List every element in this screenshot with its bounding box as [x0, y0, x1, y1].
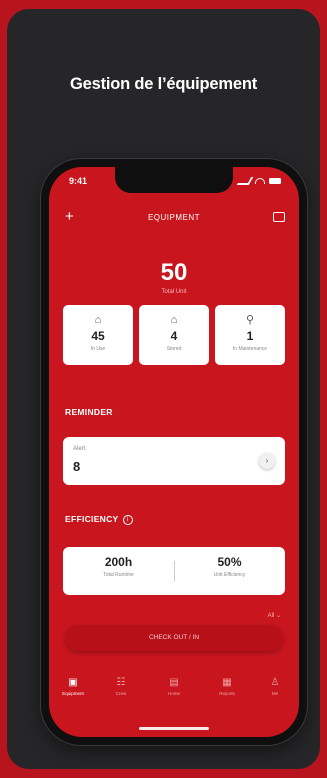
tab-home[interactable]: ▤ Home — [156, 677, 192, 696]
equipment-icon: ▣ — [68, 677, 78, 688]
home-icon: ⌂ — [94, 314, 102, 326]
home-icon: ⌂ — [170, 314, 178, 326]
people-icon: ☷ — [116, 677, 126, 688]
wrench-icon: ⚲ — [245, 314, 255, 326]
calendar-icon: ▤ — [169, 677, 179, 688]
stat-card-maintenance[interactable]: ⚲ 1 In Maintenance — [215, 305, 285, 365]
stat-card-in-use[interactable]: ⌂ 45 In Use — [63, 305, 133, 365]
promo-card: Gestion de l’équipement 9:41 + EQUIPMENT… — [7, 9, 320, 769]
battery-icon — [269, 178, 281, 184]
screen-title: EQUIPMENT — [147, 213, 201, 222]
status-time: 9:41 — [69, 176, 88, 186]
efficiency-heading: EFFICIENCY i — [65, 514, 133, 525]
chevron-down-icon: ⌄ — [275, 613, 281, 619]
runtime-label: Total Runtime — [103, 572, 134, 578]
efficiency-label: Unit Efficiency — [213, 572, 246, 578]
person-icon: ♙ — [270, 677, 280, 688]
tab-me[interactable]: ♙ Me — [257, 677, 293, 696]
stat-label: In Use — [90, 346, 106, 352]
filter-label: All — [267, 613, 275, 619]
efficiency-value: 50% — [217, 555, 242, 569]
tab-label: Me — [271, 691, 279, 696]
page-heading: Gestion de l’équipement — [69, 75, 257, 93]
alert-value: 8 — [73, 459, 81, 474]
tab-label: Reports — [219, 691, 235, 696]
top-bar: + EQUIPMENT — [49, 207, 299, 231]
runtime-value: 200h — [104, 555, 133, 569]
alert-label: Alert — [73, 446, 86, 452]
home-indicator — [139, 727, 209, 730]
stat-label: Stored — [166, 346, 182, 352]
phone-mockup: 9:41 + EQUIPMENT 50 Total Unit ⌂ 45 In U… — [41, 159, 307, 745]
stat-value: 4 — [170, 329, 178, 343]
tab-reports[interactable]: ▦ Reports — [209, 677, 245, 696]
wifi-icon — [255, 178, 265, 184]
tab-equipment[interactable]: ▣ Equipment — [55, 677, 91, 696]
efficiency-metric: 50% Unit Efficiency — [174, 555, 285, 578]
info-icon[interactable]: i — [122, 514, 133, 525]
runtime-metric: 200h Total Runtime — [63, 555, 174, 578]
filter-dropdown[interactable]: All ⌄ — [268, 612, 281, 619]
total-units-value: 50 — [160, 259, 188, 286]
reminder-heading: REMINDER — [65, 407, 113, 417]
chart-icon: ▦ — [222, 677, 232, 688]
total-units-label: Total Unit — [161, 289, 187, 295]
tab-label: Crew — [115, 691, 127, 696]
message-icon[interactable] — [273, 212, 285, 222]
stat-label: In Maintenance — [232, 346, 268, 352]
alert-card[interactable]: Alert 8 › — [63, 437, 285, 485]
stat-value: 45 — [91, 329, 105, 343]
tab-label: Equipment — [62, 691, 84, 696]
signal-icon — [236, 177, 254, 185]
tab-label: Home — [167, 691, 180, 696]
status-icons — [236, 177, 281, 185]
efficiency-title: EFFICIENCY — [65, 514, 119, 524]
tab-crew[interactable]: ☷ Crew — [103, 677, 139, 696]
efficiency-card: 200h Total Runtime 50% Unit Efficiency — [63, 547, 285, 595]
stat-value: 1 — [246, 329, 254, 343]
app-screen: 9:41 + EQUIPMENT 50 Total Unit ⌂ 45 In U… — [49, 167, 299, 737]
stat-card-stored[interactable]: ⌂ 4 Stored — [139, 305, 209, 365]
check-out-in-button[interactable]: CHECK OUT / IN — [65, 625, 283, 651]
chevron-right-icon[interactable]: › — [259, 453, 275, 469]
phone-notch — [115, 167, 233, 193]
tab-bar: ▣ Equipment ☷ Crew ▤ Home ▦ Reports ♙ Me — [49, 667, 299, 719]
